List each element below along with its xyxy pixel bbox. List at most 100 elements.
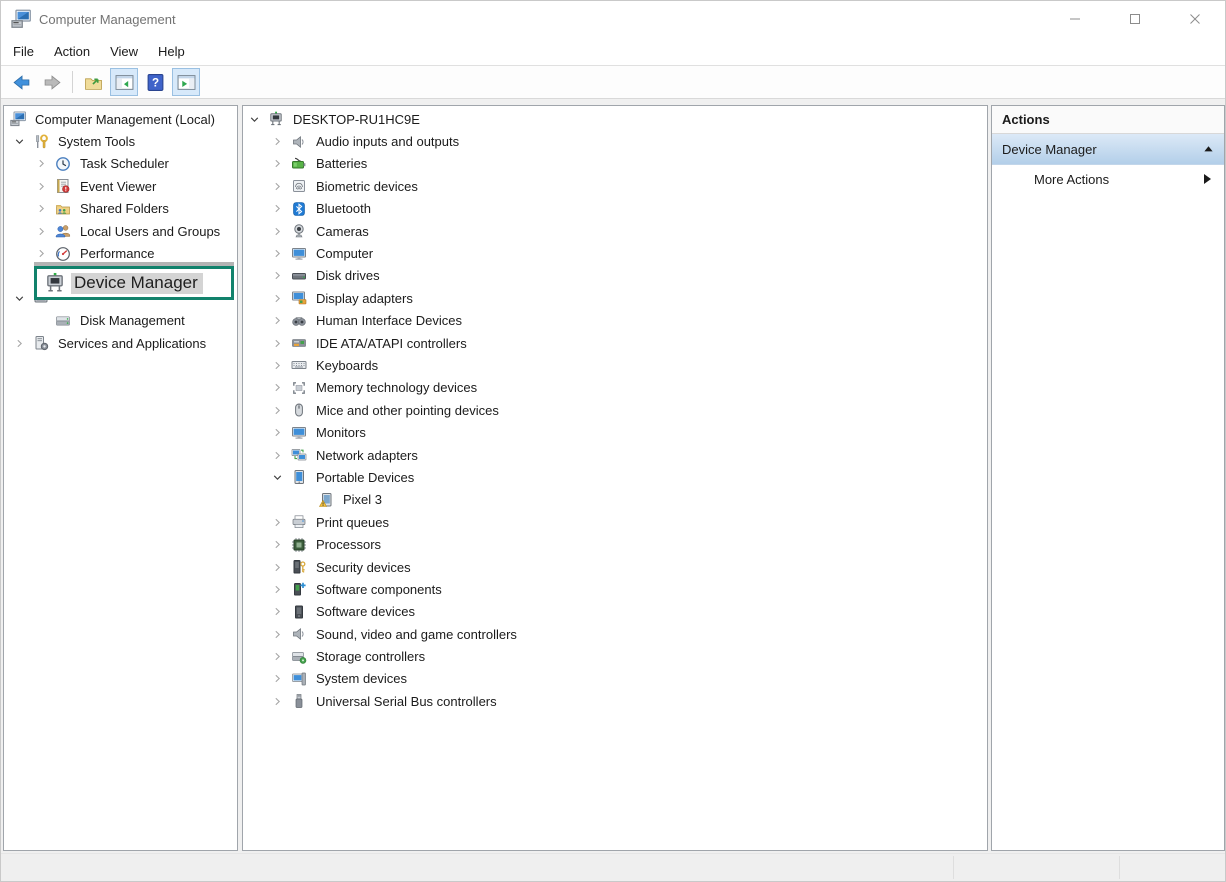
chevron-expanded-icon[interactable]	[247, 112, 268, 127]
chevron-collapsed-icon[interactable]	[34, 246, 55, 261]
show-console-tree-button[interactable]	[110, 68, 138, 96]
tree-item-system-devices[interactable]: System devices	[243, 668, 987, 690]
tree-item-desktop-ru1hc9e[interactable]: DESKTOP-RU1HC9E	[243, 108, 987, 130]
tree-item-label: Portable Devices	[313, 469, 417, 486]
chevron-collapsed-icon[interactable]	[270, 224, 291, 239]
tree-item-system-tools[interactable]: System Tools	[4, 130, 237, 152]
chevron-collapsed-icon[interactable]	[34, 201, 55, 216]
tree-item-event-viewer[interactable]: Event Viewer	[4, 175, 237, 197]
chevron-collapsed-icon[interactable]	[34, 179, 55, 194]
chevron-collapsed-icon[interactable]	[270, 694, 291, 709]
chevron-expanded-icon[interactable]	[270, 470, 291, 485]
tree-item-portable-devices[interactable]: Portable Devices	[243, 466, 987, 488]
chevron-collapsed-icon[interactable]	[12, 336, 33, 351]
ide-icon	[291, 335, 308, 351]
menu-view[interactable]: View	[100, 40, 148, 63]
help-button[interactable]: ?	[141, 68, 169, 96]
actions-group-device-manager[interactable]: Device Manager	[992, 134, 1224, 165]
tree-item-processors[interactable]: Processors	[243, 533, 987, 555]
collapse-up-icon[interactable]	[1203, 144, 1214, 155]
back-button[interactable]	[7, 68, 35, 96]
chevron-collapsed-icon[interactable]	[270, 179, 291, 194]
tree-item-services-and-applications[interactable]: Services and Applications	[4, 332, 237, 354]
chevron-collapsed-icon[interactable]	[270, 403, 291, 418]
tree-item-memory-technology-devices[interactable]: Memory technology devices	[243, 377, 987, 399]
tree-item-software-components[interactable]: Software components	[243, 578, 987, 600]
chevron-collapsed-icon[interactable]	[270, 425, 291, 440]
tree-item-universal-serial-bus-controllers[interactable]: Universal Serial Bus controllers	[243, 690, 987, 712]
tree-item-sound-video-and-game-controllers[interactable]: Sound, video and game controllers	[243, 623, 987, 645]
tree-item-label: Task Scheduler	[77, 155, 172, 172]
chevron-collapsed-icon[interactable]	[270, 201, 291, 216]
tree-item-mice-and-other-pointing-devices[interactable]: Mice and other pointing devices	[243, 399, 987, 421]
tree-item-disk-drives[interactable]: Disk drives	[243, 265, 987, 287]
tree-item-audio-inputs-and-outputs[interactable]: Audio inputs and outputs	[243, 130, 987, 152]
chevron-collapsed-icon[interactable]	[270, 134, 291, 149]
chevron-collapsed-icon[interactable]	[270, 448, 291, 463]
chevron-collapsed-icon[interactable]	[270, 336, 291, 351]
tree-item-computer-management-local[interactable]: Computer Management (Local)	[4, 108, 237, 130]
tree-item-label: Memory technology devices	[313, 379, 480, 396]
chevron-collapsed-icon[interactable]	[270, 156, 291, 171]
menu-action[interactable]: Action	[44, 40, 100, 63]
close-button[interactable]	[1165, 1, 1225, 37]
chevron-collapsed-icon[interactable]	[270, 380, 291, 395]
tree-item-biometric-devices[interactable]: Biometric devices	[243, 175, 987, 197]
tree-item-storage-controllers[interactable]: Storage controllers	[243, 645, 987, 667]
chevron-expanded-icon[interactable]	[12, 134, 33, 149]
chevron-collapsed-icon[interactable]	[270, 515, 291, 530]
tree-item-monitors[interactable]: Monitors	[243, 421, 987, 443]
tree-item-pixel-3[interactable]: Pixel 3	[243, 489, 987, 511]
tree-item-performance[interactable]: Performance	[4, 242, 237, 264]
tree-item-task-scheduler[interactable]: Task Scheduler	[4, 153, 237, 175]
tree-item-security-devices[interactable]: Security devices	[243, 556, 987, 578]
tree-item-network-adapters[interactable]: Network adapters	[243, 444, 987, 466]
tree-item-disk-management[interactable]: Disk Management	[4, 310, 237, 332]
chevron-collapsed-icon[interactable]	[270, 537, 291, 552]
computer-icon	[291, 246, 308, 262]
minimize-icon	[1069, 13, 1081, 25]
memory-icon	[291, 380, 308, 396]
maximize-button[interactable]	[1105, 1, 1165, 37]
chevron-collapsed-icon[interactable]	[34, 156, 55, 171]
chevron-collapsed-icon[interactable]	[270, 582, 291, 597]
maximize-icon	[1129, 13, 1141, 25]
tree-item-keyboards[interactable]: Keyboards	[243, 354, 987, 376]
export-list-button[interactable]	[79, 68, 107, 96]
tree-item-computer[interactable]: Computer	[243, 242, 987, 264]
chevron-collapsed-icon[interactable]	[270, 313, 291, 328]
window-title: Computer Management	[39, 12, 176, 27]
chevron-collapsed-icon[interactable]	[270, 358, 291, 373]
menu-help[interactable]: Help	[148, 40, 195, 63]
chevron-collapsed-icon[interactable]	[270, 627, 291, 642]
chevron-collapsed-icon[interactable]	[270, 604, 291, 619]
more-actions-item[interactable]: More Actions	[992, 165, 1224, 193]
event-viewer-icon	[55, 178, 72, 194]
tree-item-cameras[interactable]: Cameras	[243, 220, 987, 242]
chevron-collapsed-icon[interactable]	[270, 246, 291, 261]
tree-item-bluetooth[interactable]: Bluetooth	[243, 198, 987, 220]
more-actions-label: More Actions	[1034, 172, 1202, 187]
minimize-button[interactable]	[1045, 1, 1105, 37]
chevron-collapsed-icon[interactable]	[270, 671, 291, 686]
menu-file[interactable]: File	[3, 40, 44, 63]
chevron-collapsed-icon[interactable]	[270, 560, 291, 575]
annotation-highlight-device-manager[interactable]: Device Manager	[34, 266, 234, 300]
chevron-expanded-icon[interactable]	[12, 291, 33, 306]
forward-button[interactable]	[38, 68, 66, 96]
tree-item-shared-folders[interactable]: Shared Folders	[4, 198, 237, 220]
chevron-collapsed-icon[interactable]	[270, 268, 291, 283]
tree-item-display-adapters[interactable]: Display adapters	[243, 287, 987, 309]
tree-item-label: Display adapters	[313, 290, 416, 307]
computer-management-app-icon	[11, 9, 31, 29]
tree-item-ide-ata-atapi-controllers[interactable]: IDE ATA/ATAPI controllers	[243, 332, 987, 354]
tree-item-print-queues[interactable]: Print queues	[243, 511, 987, 533]
chevron-collapsed-icon[interactable]	[270, 291, 291, 306]
tree-item-human-interface-devices[interactable]: Human Interface Devices	[243, 310, 987, 332]
tree-item-software-devices[interactable]: Software devices	[243, 601, 987, 623]
chevron-collapsed-icon[interactable]	[34, 224, 55, 239]
tree-item-batteries[interactable]: Batteries	[243, 153, 987, 175]
show-action-pane-button[interactable]	[172, 68, 200, 96]
chevron-collapsed-icon[interactable]	[270, 649, 291, 664]
tree-item-local-users-and-groups[interactable]: Local Users and Groups	[4, 220, 237, 242]
